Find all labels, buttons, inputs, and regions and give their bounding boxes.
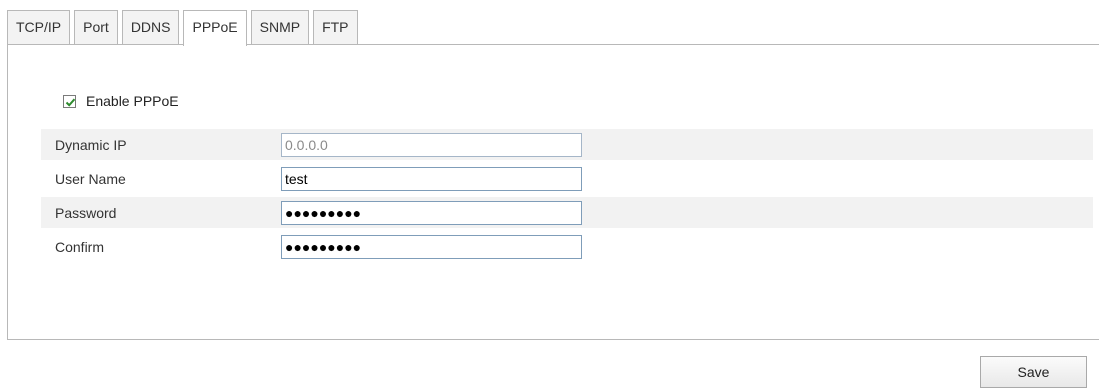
settings-panel: Enable PPPoE Dynamic IP 0.0.0.0 User Nam… xyxy=(7,44,1099,340)
confirm-field[interactable]: ●●●●●●●●● xyxy=(281,234,582,259)
tab-pppoe[interactable]: PPPoE xyxy=(183,10,247,46)
password-label: Password xyxy=(55,204,117,221)
confirm-row: Confirm ●●●●●●●●● xyxy=(41,231,1093,262)
user-name-field[interactable]: test xyxy=(281,166,582,191)
checkmark-icon xyxy=(65,98,76,107)
tab-ftp[interactable]: FTP xyxy=(313,10,358,45)
password-row: Password ●●●●●●●●● xyxy=(41,197,1093,228)
enable-pppoe-label: Enable PPPoE xyxy=(86,93,179,109)
tab-ddns[interactable]: DDNS xyxy=(121,10,180,45)
enable-pppoe-row: Enable PPPoE xyxy=(63,93,179,109)
tab-snmp[interactable]: SNMP xyxy=(250,10,310,45)
form-rows: Dynamic IP 0.0.0.0 User Name test Passwo… xyxy=(41,129,1093,265)
tab-port[interactable]: Port xyxy=(74,10,118,45)
user-name-label: User Name xyxy=(55,170,126,187)
save-button[interactable]: Save xyxy=(980,356,1087,388)
pppoe-settings-page: TCP/IP Port DDNS PPPoE SNMP FTP Enable P… xyxy=(0,0,1099,390)
tab-bar: TCP/IP Port DDNS PPPoE SNMP FTP xyxy=(7,10,362,46)
dynamic-ip-label: Dynamic IP xyxy=(55,136,127,153)
confirm-label: Confirm xyxy=(55,238,105,255)
dynamic-ip-field: 0.0.0.0 xyxy=(281,132,582,157)
tab-tcpip[interactable]: TCP/IP xyxy=(7,10,71,45)
enable-pppoe-checkbox[interactable] xyxy=(63,94,76,108)
dynamic-ip-row: Dynamic IP 0.0.0.0 xyxy=(41,129,1093,160)
user-name-row: User Name test xyxy=(41,163,1093,194)
password-field[interactable]: ●●●●●●●●● xyxy=(281,200,582,225)
